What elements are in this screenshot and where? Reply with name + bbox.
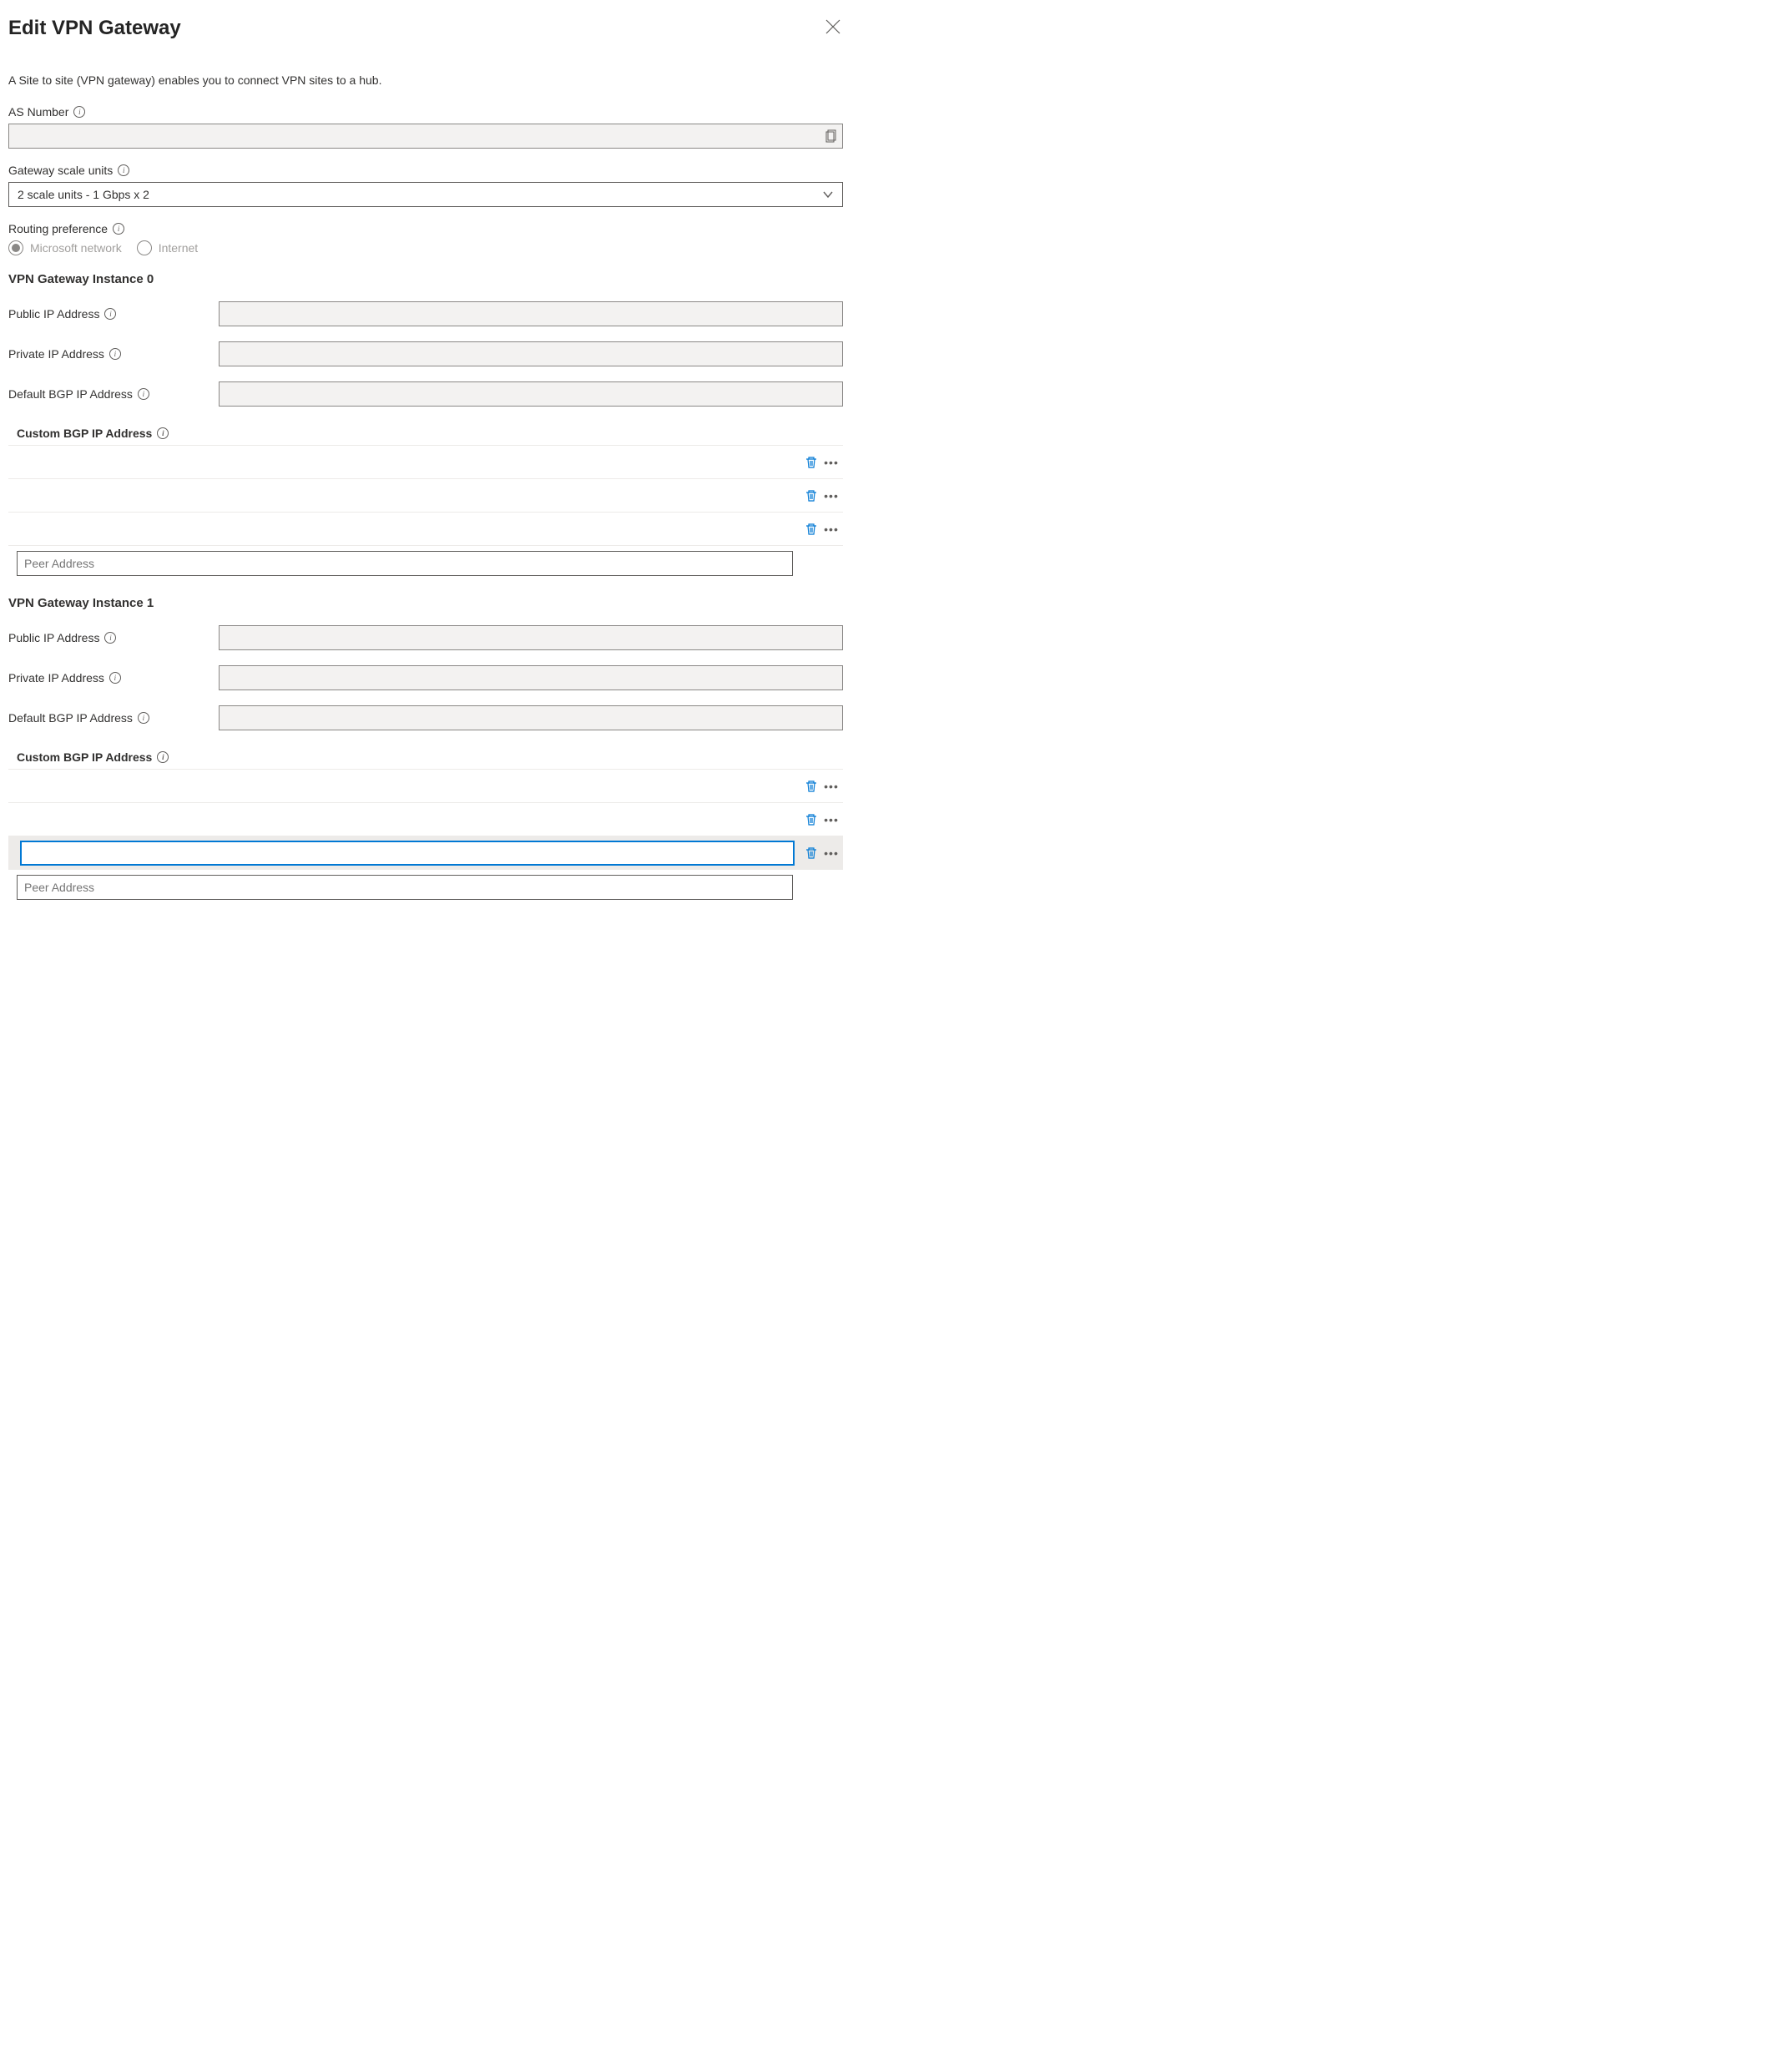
info-icon[interactable]: i [109,672,121,684]
info-icon[interactable]: i [157,751,169,763]
instance-1-private-ip-label: Private IP Address [8,671,104,684]
trash-icon[interactable] [805,523,818,536]
more-icon[interactable]: ••• [823,811,840,828]
page-title: Edit VPN Gateway [8,17,181,40]
instance-0-heading: VPN Gateway Instance 0 [8,272,843,286]
more-icon[interactable]: ••• [823,454,840,471]
instance-0-default-bgp-field [219,381,843,407]
info-icon[interactable]: i [113,223,124,235]
instance-1-default-bgp-field [219,705,843,730]
info-icon[interactable]: i [104,308,116,320]
more-icon[interactable]: ••• [823,778,840,795]
gateway-scale-value: 2 scale units - 1 Gbps x 2 [18,188,149,201]
trash-icon[interactable] [805,846,818,860]
info-icon[interactable]: i [138,388,149,400]
routing-internet-label: Internet [159,241,198,255]
instance-0-private-ip-field [219,341,843,366]
instance-1-public-ip-label: Public IP Address [8,631,99,644]
bgp-row-active[interactable]: ••• [8,836,843,870]
instance-1-heading: VPN Gateway Instance 1 [8,596,843,610]
bgp-row[interactable]: ••• [8,803,843,836]
info-icon[interactable]: i [109,348,121,360]
gateway-scale-select[interactable]: 2 scale units - 1 Gbps x 2 [8,182,843,207]
close-icon[interactable] [823,17,843,37]
routing-internet-radio[interactable]: Internet [137,240,198,255]
more-icon[interactable]: ••• [823,521,840,538]
more-icon[interactable]: ••• [823,487,840,504]
routing-microsoft-radio[interactable]: Microsoft network [8,240,122,255]
instance-0-custom-bgp-heading: Custom BGP IP Address [17,427,152,440]
trash-icon[interactable] [805,456,818,469]
bgp-row[interactable]: ••• [8,446,843,479]
instance-0-public-ip-field [219,301,843,326]
as-number-label: AS Number [8,105,68,119]
copy-icon[interactable] [825,129,837,143]
gateway-scale-label: Gateway scale units [8,164,113,177]
info-icon[interactable]: i [73,106,85,118]
instance-0-private-ip-label: Private IP Address [8,347,104,361]
instance-1-peer-address-input[interactable] [17,875,793,900]
bgp-row[interactable]: ••• [8,479,843,513]
instance-0-peer-address-input[interactable] [17,551,793,576]
instance-1-default-bgp-label: Default BGP IP Address [8,711,133,725]
info-icon[interactable]: i [118,164,129,176]
routing-microsoft-label: Microsoft network [30,241,122,255]
trash-icon[interactable] [805,813,818,826]
more-icon[interactable]: ••• [823,845,840,861]
trash-icon[interactable] [805,489,818,503]
bgp-row[interactable]: ••• [8,513,843,546]
info-icon[interactable]: i [138,712,149,724]
instance-1-custom-bgp-heading: Custom BGP IP Address [17,750,152,764]
info-icon[interactable]: i [104,632,116,644]
instance-0-public-ip-label: Public IP Address [8,307,99,321]
chevron-down-icon [822,189,834,200]
instance-1-private-ip-field [219,665,843,690]
routing-preference-label: Routing preference [8,222,108,235]
bgp-row-input[interactable] [20,841,795,866]
trash-icon[interactable] [805,780,818,793]
info-icon[interactable]: i [157,427,169,439]
instance-0-default-bgp-label: Default BGP IP Address [8,387,133,401]
description-text: A Site to site (VPN gateway) enables you… [8,73,843,87]
bgp-row[interactable]: ••• [8,770,843,803]
instance-1-public-ip-field [219,625,843,650]
as-number-field [8,124,843,149]
